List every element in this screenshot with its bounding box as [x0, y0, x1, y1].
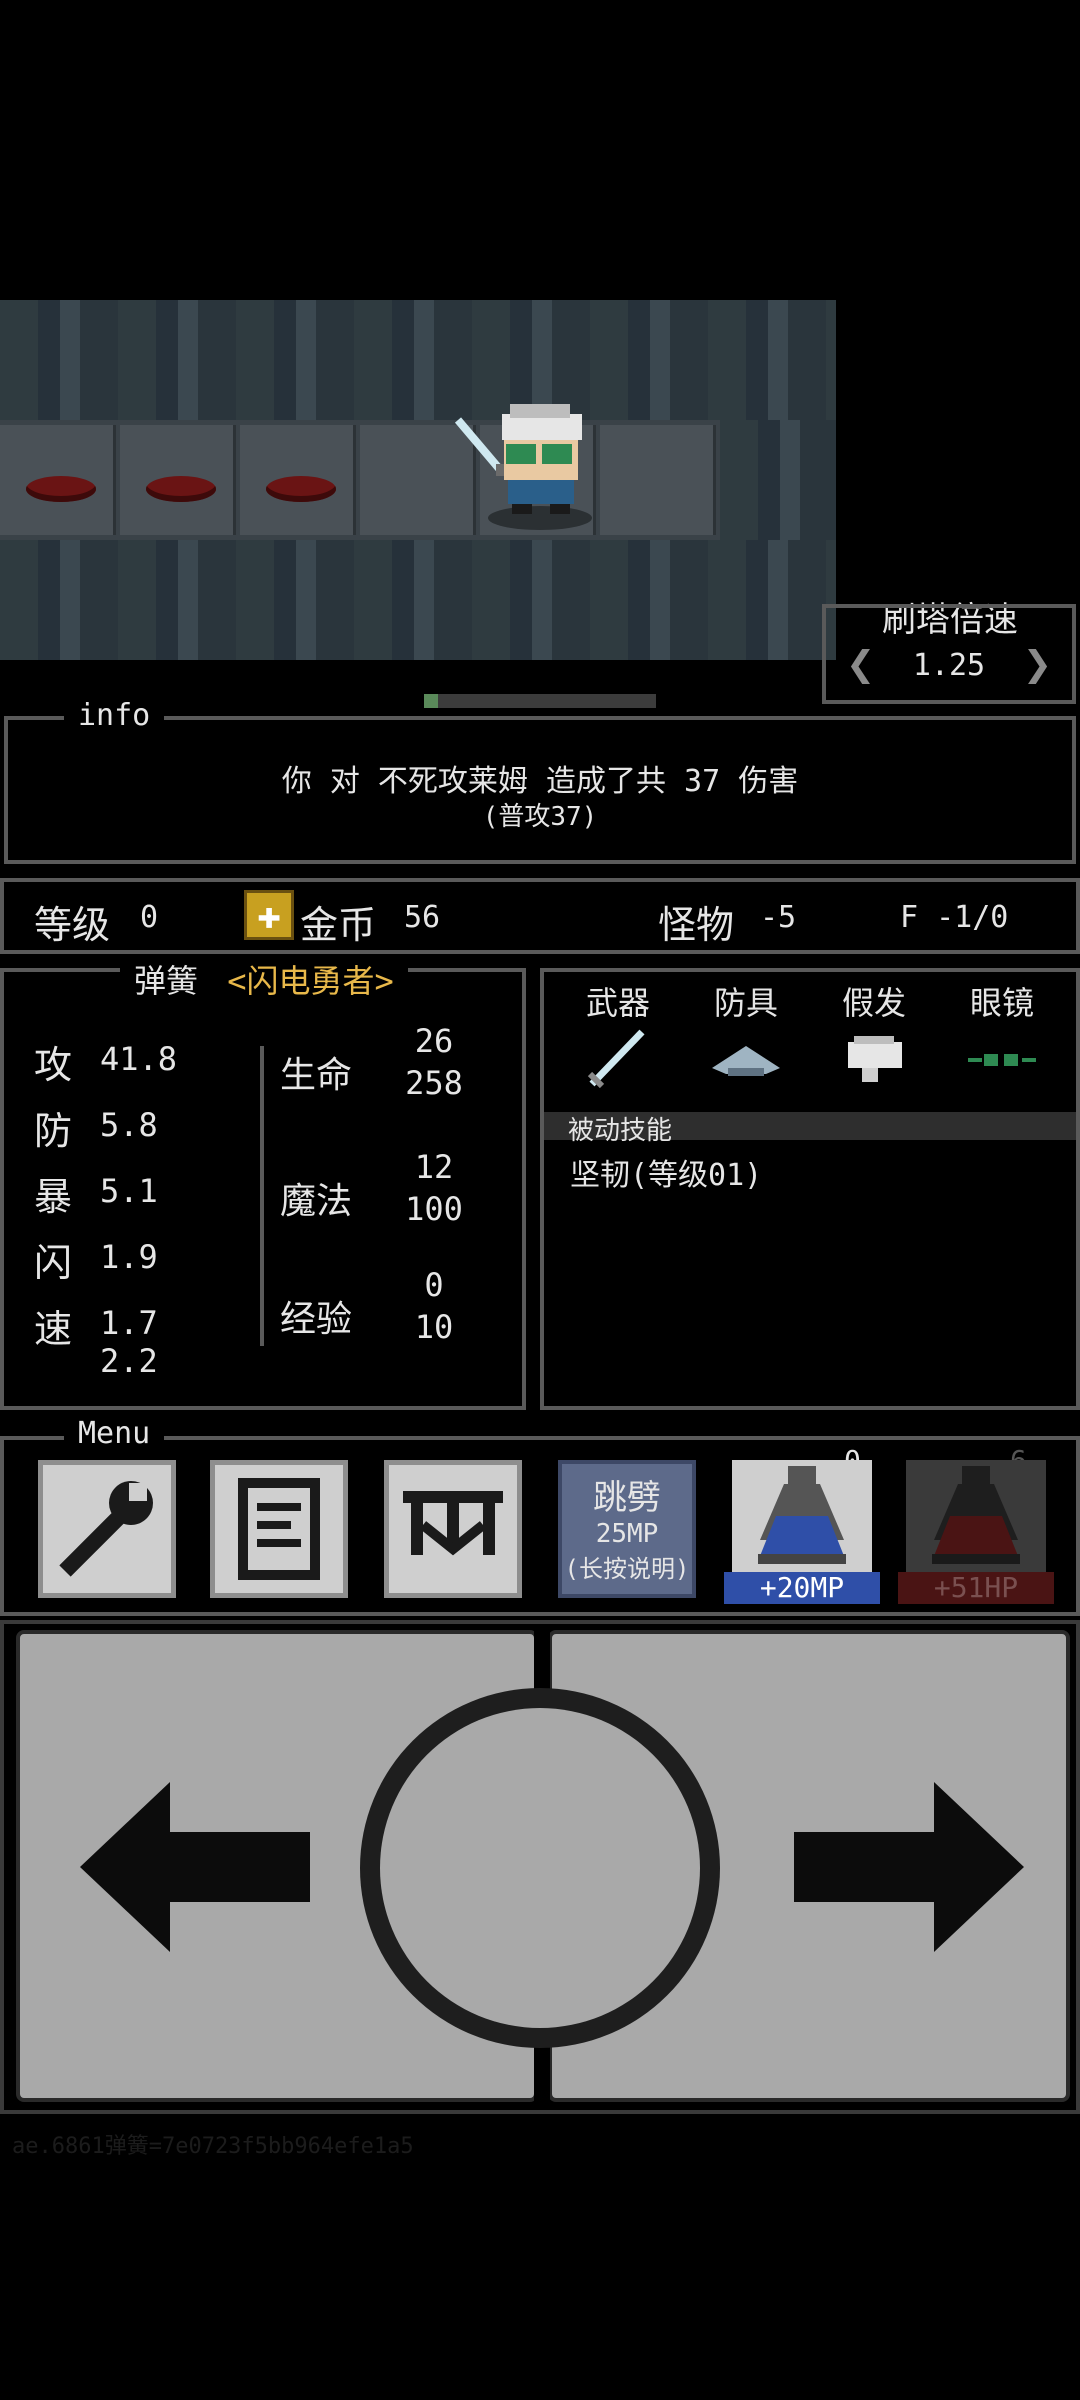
dungeon-floor	[0, 420, 720, 540]
exp-max: 10	[414, 1308, 454, 1346]
equipment-panel: 武器 防具 假发 眼镜 被动技能 坚韧(等级01)	[540, 968, 1080, 1410]
skill-cost: 25MP	[595, 1519, 659, 1549]
arrow-left-icon	[80, 1782, 310, 1952]
map-button[interactable]	[384, 1460, 522, 1598]
map-icon	[403, 1491, 503, 1556]
floor-indicator: F -1/0	[900, 900, 1009, 935]
coin-label: 金币	[300, 903, 377, 947]
hero-sprite	[454, 404, 592, 530]
crit-stat: 暴 5.1	[34, 1172, 158, 1219]
exp-label: 经验	[280, 1299, 353, 1340]
sword-icon	[587, 1029, 645, 1089]
equip-slot-wig[interactable]: 假发	[810, 978, 938, 1098]
arrow-right-icon	[794, 1782, 1024, 1952]
passive-skill[interactable]: 坚韧(等级01)	[570, 1150, 762, 1194]
coin-icon: ✚	[244, 890, 294, 940]
dungeon-wall-side	[720, 420, 836, 540]
menu-title: Menu	[64, 1416, 165, 1451]
dungeon-wall-top	[0, 300, 836, 420]
dungeon-wall-bottom	[0, 540, 836, 660]
footer-id: ae.6861弹簧=7e0723f5bb964efe1a5	[12, 2134, 414, 2159]
info-line-1: 你 对 不死攻莱姆 造成了共 37 伤害	[281, 764, 799, 799]
speed-control: ❮ 1.25 ❯	[822, 604, 1076, 704]
wave-progress-fill	[424, 694, 438, 708]
level-label: 等级	[34, 903, 111, 947]
armor-icon	[712, 1046, 780, 1076]
control-pad	[0, 1620, 1080, 2114]
info-title: info	[64, 698, 165, 733]
character-title-bar: 弹簧 <闪电勇者>	[120, 956, 408, 1002]
character-name: 弹簧	[134, 962, 199, 1000]
hp-potion-icon	[932, 1466, 1020, 1564]
mp-potion-label: +20MP	[724, 1572, 880, 1604]
exp-current: 0	[424, 1266, 444, 1304]
slime-enemy	[266, 476, 336, 502]
passive-header-bar: 被动技能	[544, 1112, 1076, 1146]
wave-progress-track	[424, 694, 656, 708]
stats-divider	[260, 1046, 264, 1346]
info-panel: 你 对 不死攻莱姆 造成了共 37 伤害 (普攻37)	[4, 716, 1076, 864]
skill-hint: (长按说明)	[564, 1555, 690, 1583]
character-class: <闪电勇者>	[227, 962, 394, 1000]
hp-max: 258	[405, 1064, 463, 1102]
notebook-icon	[238, 1478, 320, 1580]
equip-slot-weapon[interactable]: 武器	[554, 978, 682, 1098]
info-line-2: (普攻37)	[482, 802, 598, 832]
character-panel: 攻 41.8 防 5.8 暴 5.1 闪 1.9 速 1.7 2.2 生命 26…	[0, 968, 526, 1410]
status-bar: 等级 0 ✚ 金币 56 怪物 -5 F -1/0	[0, 878, 1080, 954]
skill-button[interactable]: 跳劈 25MP (长按说明)	[558, 1460, 696, 1598]
menu-panel: 跳劈 25MP (长按说明) 0 +20MP 6 +51HP	[0, 1436, 1080, 1616]
game-viewport	[0, 300, 840, 660]
hp-current: 26	[414, 1022, 454, 1060]
monster-label: 怪物	[658, 903, 735, 947]
monster-value: -5	[760, 900, 797, 935]
speed-stat: 速 1.7 2.2	[34, 1304, 158, 1380]
mp-potion-button[interactable]: +20MP	[724, 1460, 880, 1604]
hp-potion-button[interactable]: +51HP	[898, 1460, 1054, 1604]
journal-button[interactable]	[210, 1460, 348, 1598]
level-value: 0	[140, 900, 159, 935]
mp-potion-icon	[758, 1466, 846, 1564]
equipment-slots: 武器 防具 假发 眼镜	[554, 978, 1066, 1108]
coin-value: 56	[404, 900, 441, 935]
wig-icon	[848, 1036, 902, 1082]
equip-slot-armor[interactable]: 防具	[682, 978, 810, 1098]
mp-max: 100	[405, 1190, 463, 1228]
circle-action-icon[interactable]	[380, 1708, 700, 2028]
slime-enemy	[146, 476, 216, 502]
hp-potion-label: +51HP	[898, 1572, 1054, 1604]
defense-stat: 防 5.8	[34, 1106, 158, 1153]
mp-current: 12	[414, 1148, 454, 1186]
settings-button[interactable]	[38, 1460, 176, 1598]
passive-header: 被动技能	[568, 1116, 673, 1146]
chevron-right-icon[interactable]: ❯	[1023, 636, 1052, 692]
slime-enemy	[26, 476, 96, 502]
glasses-icon	[968, 1054, 1036, 1066]
wrench-icon	[59, 1481, 153, 1577]
equip-slot-glasses[interactable]: 眼镜	[938, 978, 1066, 1098]
attack-stat: 攻 41.8	[34, 1040, 178, 1087]
skill-name: 跳劈	[593, 1478, 661, 1518]
dodge-stat: 闪 1.9	[34, 1238, 158, 1285]
hp-label: 生命	[280, 1055, 353, 1096]
mp-label: 魔法	[280, 1181, 353, 1222]
